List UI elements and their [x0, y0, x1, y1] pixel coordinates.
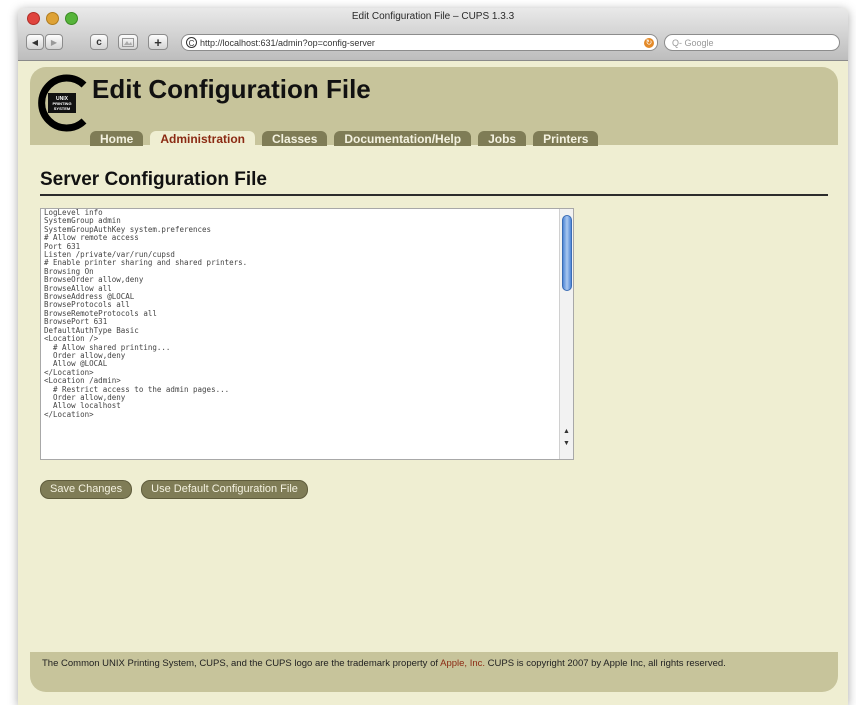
add-bookmark-button[interactable]: + — [148, 34, 168, 50]
use-default-config-button[interactable]: Use Default Configuration File — [141, 480, 308, 499]
nav-tabs: Home Administration Classes Documentatio… — [90, 131, 599, 148]
reload-button[interactable]: c — [90, 34, 108, 50]
tab-classes[interactable]: Classes — [262, 131, 328, 146]
apple-link[interactable]: Apple, Inc. — [440, 658, 485, 669]
tab-home[interactable]: Home — [90, 131, 144, 146]
back-button[interactable]: ◀ — [26, 34, 44, 50]
footer-text-2: CUPS is copyright 2007 by Apple Inc, all… — [485, 658, 726, 669]
url-reload-icon[interactable]: ↻ — [644, 37, 654, 48]
address-bar[interactable]: C http://localhost:631/admin?op=config-s… — [181, 34, 658, 51]
tab-printers[interactable]: Printers — [533, 131, 599, 146]
tab-jobs[interactable]: Jobs — [478, 131, 527, 146]
reload-icon: c — [96, 36, 102, 48]
scroll-down-icon[interactable]: ▼ — [560, 438, 573, 449]
search-placeholder: Q- Google — [672, 37, 714, 48]
screenshot-button[interactable] — [118, 34, 138, 50]
scroll-up-icon[interactable]: ▲ — [560, 426, 573, 437]
page-title: Edit Configuration File — [92, 74, 371, 104]
config-text: LogLevel info SystemGroup admin SystemGr… — [44, 208, 248, 419]
add-bookmark-icon: + — [154, 34, 162, 50]
cups-header: UNIX PRINTING SYSTEM Edit Configuration … — [30, 67, 838, 148]
site-icon: C — [186, 37, 197, 48]
search-field[interactable]: Q- Google — [664, 34, 840, 51]
footer-text-1: The Common UNIX Printing System, CUPS, a… — [42, 658, 441, 669]
window-title: Edit Configuration File – CUPS 1.3.3 — [351, 11, 515, 22]
svg-text:SYSTEM: SYSTEM — [54, 106, 71, 111]
textarea-scrollbar[interactable]: ▲ ▼ — [559, 209, 573, 459]
titlebar: Edit Configuration File – CUPS 1.3.3 ◀ ▶… — [18, 8, 848, 61]
tab-documentation-help[interactable]: Documentation/Help — [334, 131, 472, 146]
save-changes-button[interactable]: Save Changes — [40, 480, 133, 499]
page-content: UNIX PRINTING SYSTEM Edit Configuration … — [18, 61, 848, 705]
action-buttons: Save Changes Use Default Configuration F… — [40, 480, 308, 499]
screenshot-icon — [122, 37, 134, 47]
cups-logo: UNIX PRINTING SYSTEM — [38, 74, 87, 132]
footer: The Common UNIX Printing System, CUPS, a… — [30, 652, 838, 692]
scrollbar-thumb[interactable] — [562, 215, 572, 291]
browser-window: Edit Configuration File – CUPS 1.3.3 ◀ ▶… — [18, 8, 848, 705]
config-textarea[interactable]: LogLevel info SystemGroup admin SystemGr… — [40, 208, 574, 460]
tab-administration[interactable]: Administration — [150, 131, 256, 148]
forward-icon: ▶ — [50, 37, 58, 47]
back-icon: ◀ — [31, 37, 39, 47]
section-divider — [40, 194, 828, 196]
section-title: Server Configuration File — [40, 169, 267, 190]
forward-button[interactable]: ▶ — [45, 34, 63, 50]
url-text: http://localhost:631/admin?op=config-ser… — [200, 37, 375, 48]
